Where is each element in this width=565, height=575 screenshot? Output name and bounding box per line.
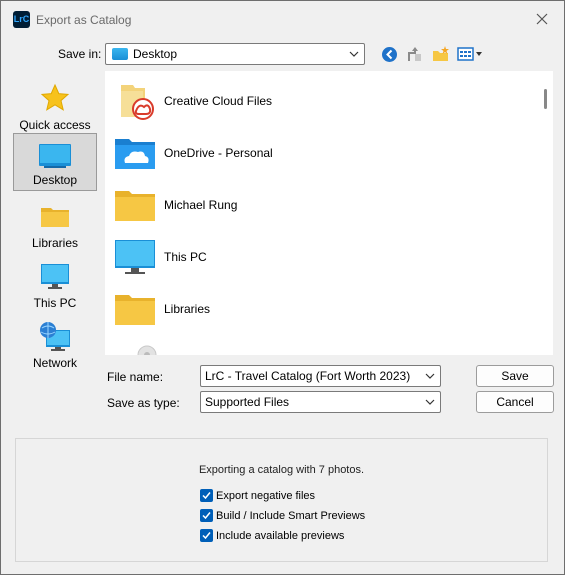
file-name-field[interactable]: LrC - Travel Catalog (Fort Worth 2023) [200,365,441,387]
save-as-type-value: Supported Files [205,395,290,409]
navigation-toolbar [379,43,483,65]
file-name: Michael Rung [164,198,238,212]
place-label: This PC [33,296,77,310]
export-options-panel: Exporting a catalog with 7 photos. Expor… [15,438,548,562]
place-label: Desktop [32,173,78,187]
file-name: OneDrive - Personal [164,146,273,160]
save-in-label: Save in: [58,47,102,61]
desktop-mini-icon [112,48,128,60]
available-previews-option[interactable]: Include available previews [200,529,344,542]
user-folder-icon [115,191,155,221]
file-name: This PC [164,250,207,264]
file-list[interactable]: Creative Cloud Files OneDrive - Personal… [105,71,539,355]
smart-previews-option[interactable]: Build / Include Smart Previews [200,509,365,522]
window-title: Export as Catalog [36,13,132,27]
new-folder-button[interactable] [431,44,451,64]
export-negative-files-option[interactable]: Export negative files [200,489,315,502]
up-one-level-button[interactable] [405,44,425,64]
list-item[interactable]: Michael Rung [111,179,511,231]
file-list-scrollbar[interactable] [539,71,553,355]
list-item[interactable]: Libraries [111,283,511,335]
network-icon [40,322,70,351]
list-item[interactable]: OneDrive - Personal [111,127,511,179]
file-name: Libraries [164,302,211,316]
lightroom-app-icon: LrC [13,11,30,28]
place-quick-access[interactable]: Quick access [13,77,97,135]
list-item[interactable]: Creative Cloud Files [111,75,511,127]
save-in-value: Desktop [133,47,178,61]
place-label: Quick access [19,118,91,132]
checkmark-icon [202,512,211,520]
this-pc-icon [41,264,69,289]
libraries-icon [41,208,69,227]
place-this-pc[interactable]: This PC [13,255,97,313]
place-label: Network [32,356,77,370]
checkmark-icon [202,492,211,500]
chevron-down-icon[interactable] [425,372,435,380]
cancel-button[interactable]: Cancel [476,391,554,413]
chevron-down-icon [425,399,435,405]
star-icon [40,83,70,111]
export-summary-text: Exporting a catalog with 7 photos. [198,464,365,476]
save-button[interactable]: Save [476,365,554,387]
checkbox-label: Export negative files [216,489,316,502]
place-network[interactable]: Network [13,315,97,373]
drive-icon [137,345,157,355]
title-bar: LrC Export as Catalog [1,1,564,37]
place-libraries[interactable]: Libraries [13,195,97,253]
libraries-folder-icon [115,295,155,325]
view-menu-button[interactable] [457,44,483,64]
place-desktop[interactable]: Desktop [13,133,97,191]
checkbox-checked[interactable] [200,509,213,522]
view-menu-icon [457,47,482,61]
save-as-type-dropdown[interactable]: Supported Files [200,391,441,413]
close-icon [536,13,548,25]
this-pc-icon [115,240,155,274]
save-in-dropdown[interactable]: Desktop [105,43,365,65]
file-name-value: LrC - Travel Catalog (Fort Worth 2023) [205,369,411,383]
desktop-icon [39,144,71,168]
places-bar: Quick access Desktop Libraries This PC N… [9,73,101,373]
close-button[interactable] [528,7,556,31]
file-name: Creative Cloud Files [164,94,273,108]
scrollbar-thumb[interactable] [544,89,547,109]
creative-cloud-folder-icon [121,85,154,120]
checkmark-icon [202,532,211,540]
place-label: Libraries [31,236,79,250]
save-as-type-label: Save as type: [107,396,180,410]
back-button[interactable] [379,44,399,64]
chevron-down-icon [349,51,359,57]
list-item[interactable]: This PC [111,231,511,283]
onedrive-folder-icon [115,139,155,169]
checkbox-label: Build / Include Smart Previews [216,509,366,522]
checkbox-label: Include available previews [216,529,345,542]
back-icon [381,46,397,62]
checkbox-checked[interactable] [200,529,213,542]
file-name-label: File name: [107,370,164,384]
up-folder-icon [408,47,421,61]
list-item-partial[interactable] [111,335,511,355]
new-folder-icon [433,46,449,61]
checkbox-checked[interactable] [200,489,213,502]
export-catalog-dialog: LrC Export as Catalog Save in: Desktop Q… [0,0,565,575]
